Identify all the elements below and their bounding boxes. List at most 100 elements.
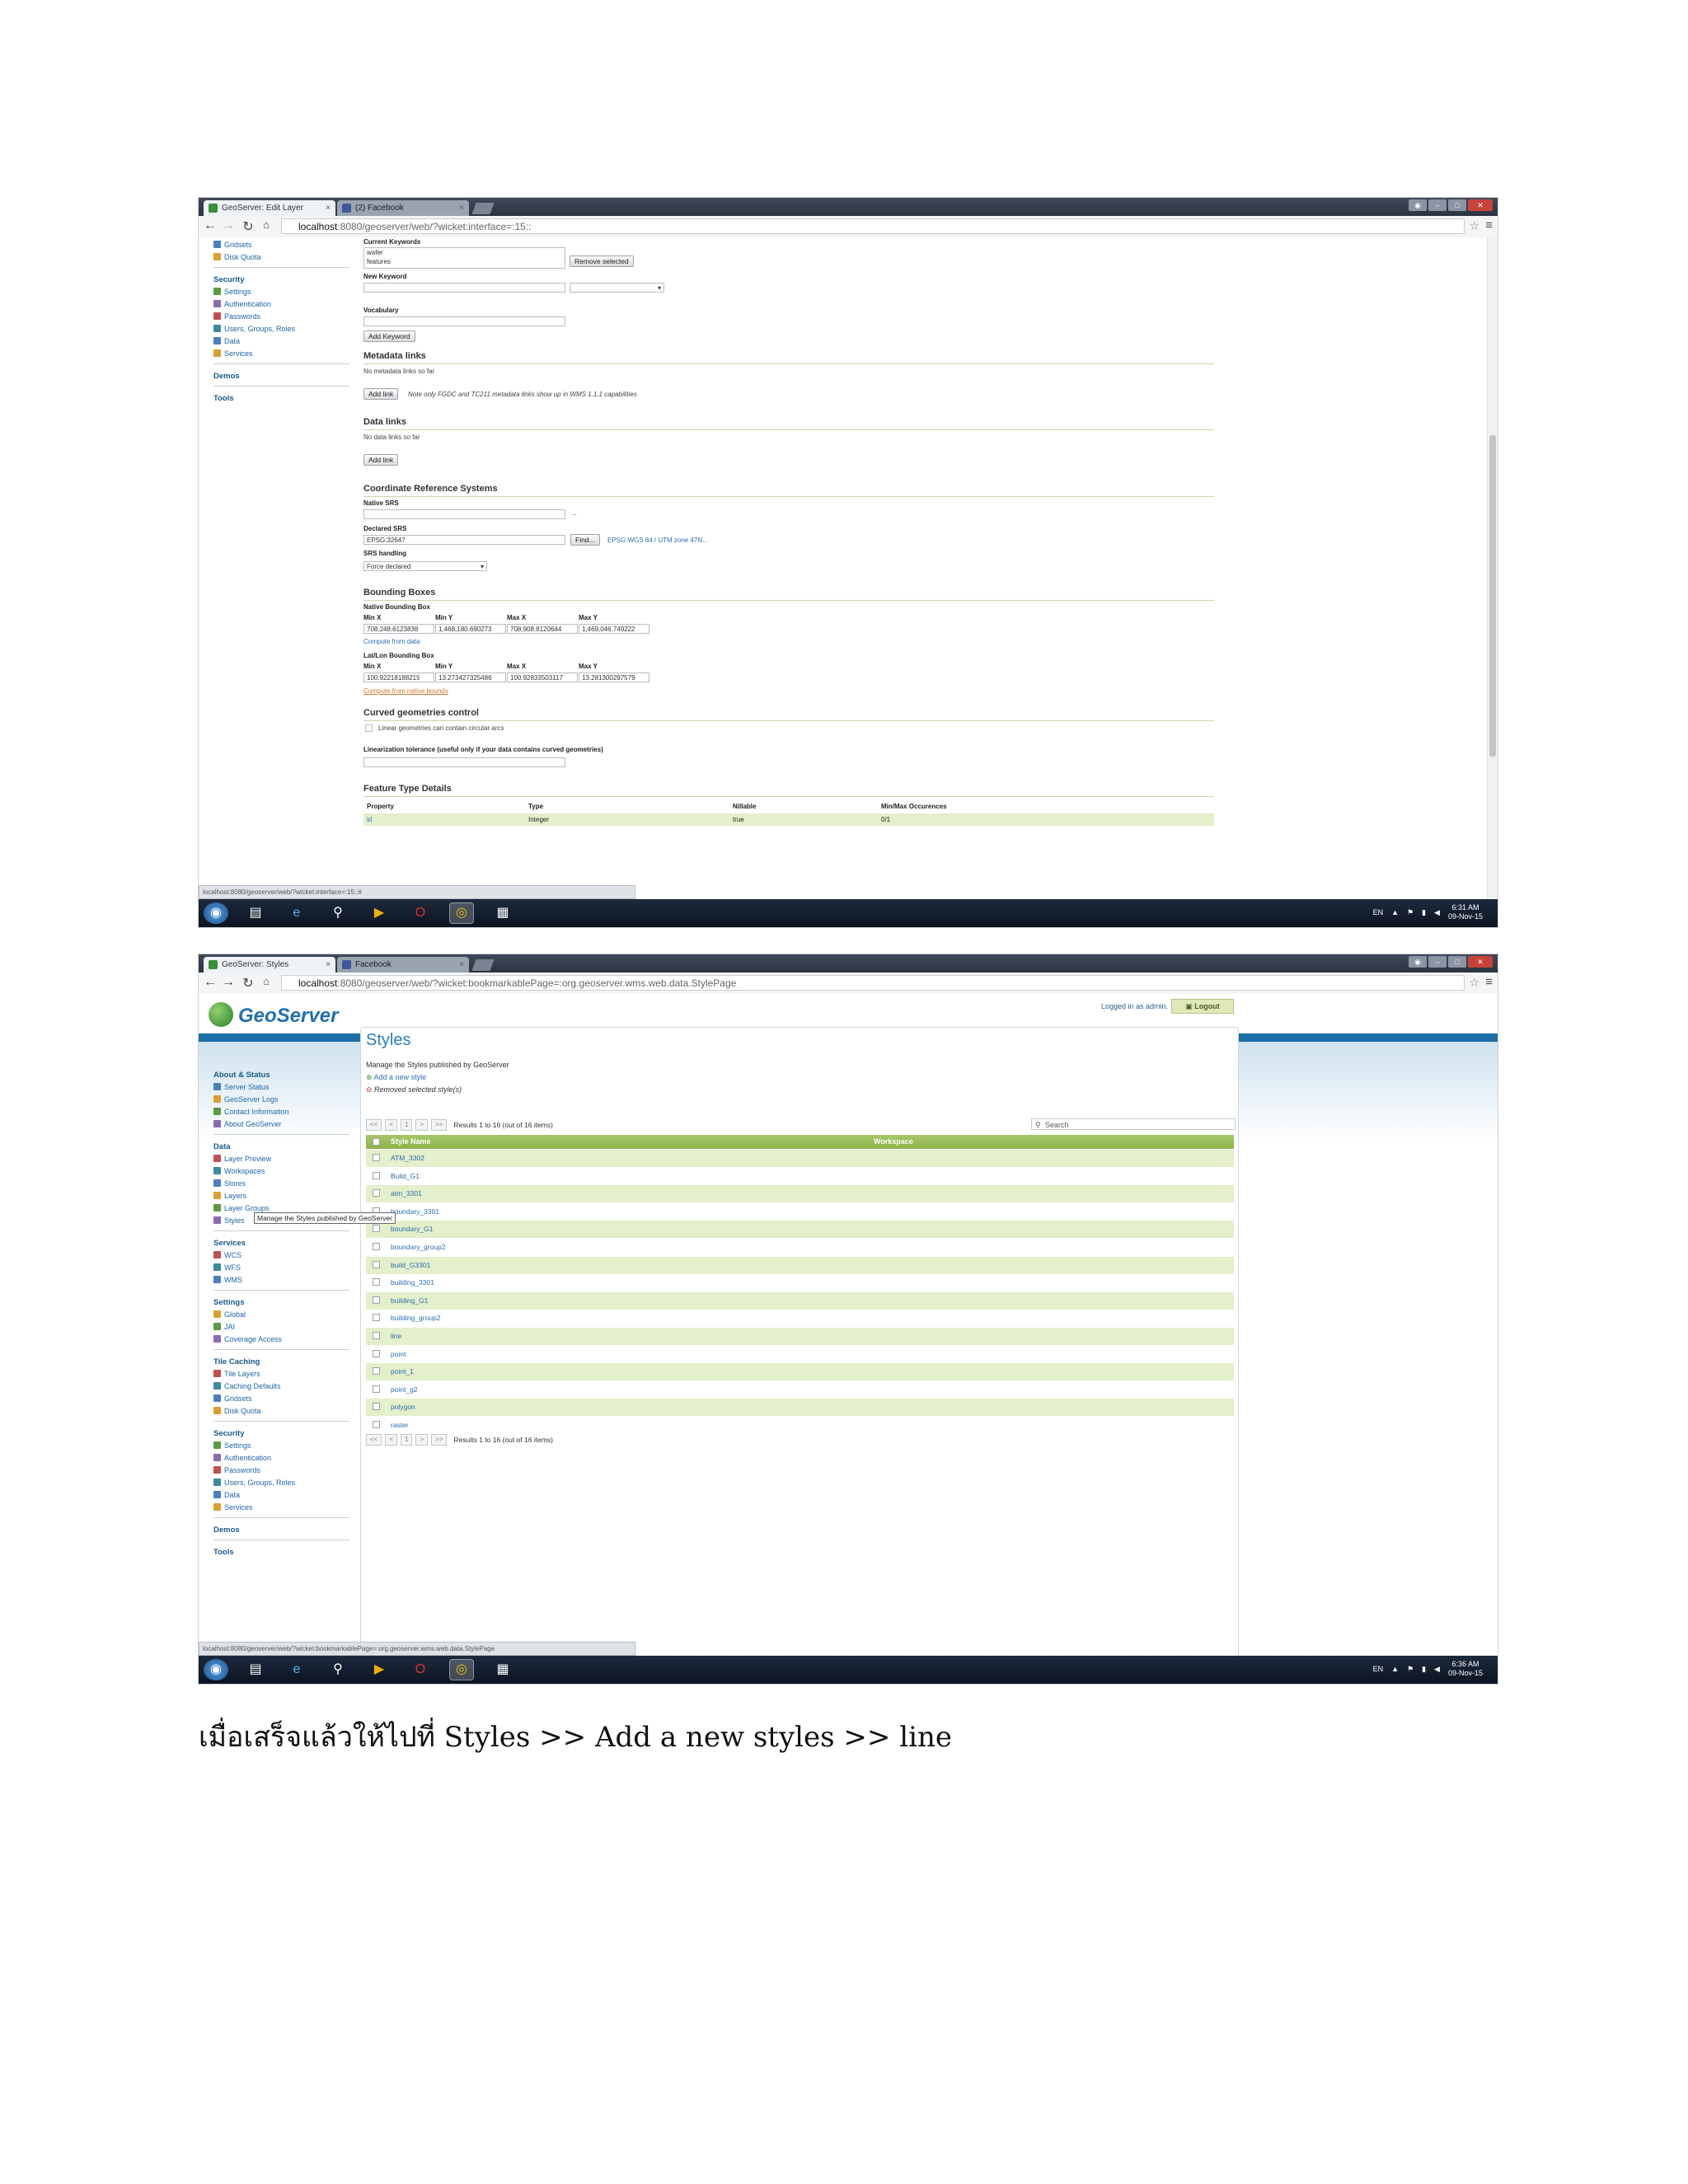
sidebar-item[interactable]: Layers (213, 1190, 349, 1202)
user-icon[interactable]: ◉ (1409, 199, 1427, 211)
declared-srs-link[interactable]: EPSG:WGS 84 / UTM zone 47N... (607, 537, 708, 544)
home-icon[interactable]: ⌂ (258, 218, 274, 231)
sidebar-item[interactable]: Gridsets (213, 239, 349, 251)
col-style-name[interactable]: Style Name (391, 1135, 431, 1149)
start-button-icon[interactable]: ◉ (204, 1659, 228, 1680)
close-icon[interactable]: × (326, 957, 331, 972)
sidebar-item[interactable]: Settings (213, 286, 349, 298)
current-keywords-list[interactable]: wafer features (363, 247, 565, 269)
row-checkbox[interactable] (373, 1278, 380, 1286)
sidebar-item[interactable]: Passwords (213, 311, 349, 323)
style-name-link[interactable]: point_1 (391, 1363, 414, 1380)
style-name-link[interactable]: building_3301 (391, 1274, 434, 1291)
url-field[interactable]: localhost:8080/geoserver/web/?wicket:int… (281, 218, 1465, 234)
pager-button[interactable]: > (415, 1119, 429, 1131)
style-name-link[interactable]: boundary_G1 (391, 1221, 434, 1238)
bookmark-star-icon[interactable]: ☆ (1469, 976, 1479, 990)
compute-from-data-link[interactable]: Compute from data (363, 638, 420, 645)
native-maxx-input[interactable]: 708,908.8120644 (507, 624, 578, 634)
document-app-icon[interactable]: ▦ (490, 902, 515, 924)
style-name-link[interactable]: boundary_group2 (391, 1239, 446, 1256)
sidebar-item[interactable]: Services (213, 1502, 349, 1514)
language-indicator[interactable]: EN (1373, 908, 1384, 916)
native-maxy-input[interactable]: 1,469,046.749222 (579, 624, 649, 634)
select-all-checkbox[interactable] (373, 1138, 380, 1146)
style-name-link[interactable]: building_G1 (391, 1292, 428, 1310)
pager-button[interactable]: >> (431, 1119, 448, 1131)
sidebar-item[interactable]: Disk Quota (213, 251, 349, 264)
clock[interactable]: 6:36 AM 09-Nov-15 (1448, 1660, 1483, 1678)
srs-handling-select[interactable]: Force declared ▾ (363, 561, 487, 571)
pager-button[interactable]: < (385, 1119, 398, 1131)
style-name-link[interactable]: atm_3301 (391, 1185, 422, 1202)
sidebar-item[interactable]: Authentication (213, 298, 349, 311)
row-checkbox[interactable] (373, 1314, 380, 1322)
sidebar-item[interactable]: Stores (213, 1178, 349, 1190)
pager-button[interactable]: < (385, 1434, 398, 1446)
row-checkbox[interactable] (373, 1154, 380, 1161)
sidebar-item[interactable]: Authentication (213, 1452, 349, 1465)
opera-icon[interactable]: O (408, 902, 433, 924)
pager-button[interactable]: > (415, 1434, 429, 1446)
pager-button[interactable]: << (366, 1119, 382, 1131)
sidebar-item[interactable]: Global (213, 1309, 349, 1321)
vocabulary-input[interactable] (363, 316, 565, 326)
style-name-link[interactable]: point_g2 (391, 1381, 418, 1399)
close-icon[interactable]: × (326, 200, 331, 216)
sidebar-item[interactable]: Caching Defaults (213, 1380, 349, 1393)
add-metadata-link-button[interactable]: Add link (363, 388, 399, 400)
latlon-maxx-input[interactable]: 100.92833503117 (507, 673, 578, 682)
sidebar-item[interactable]: About GeoServer (213, 1118, 349, 1131)
pager-button[interactable]: 1 (401, 1434, 413, 1446)
latlon-maxy-input[interactable]: 13.281300297579 (579, 673, 649, 682)
language-indicator[interactable]: EN (1373, 1665, 1384, 1673)
native-minx-input[interactable]: 708,248.6123838 (363, 624, 434, 634)
style-name-link[interactable]: point (391, 1346, 406, 1363)
network-icon[interactable]: ▮ (1422, 908, 1426, 917)
media-player-icon[interactable]: ▶ (367, 902, 392, 924)
sidebar-item[interactable]: Coverage Access (213, 1333, 349, 1346)
home-icon[interactable]: ⌂ (258, 975, 274, 987)
sidebar-item[interactable]: Settings (213, 1440, 349, 1452)
latlon-minx-input[interactable]: 100.92218188215 (363, 673, 434, 682)
tray-arrow-icon[interactable]: ▲ (1391, 908, 1399, 916)
reload-icon[interactable]: ↻ (240, 218, 256, 235)
row-checkbox[interactable] (373, 1171, 380, 1179)
style-name-link[interactable]: raster (391, 1417, 409, 1434)
sidebar-item[interactable]: Users, Groups, Roles (213, 1477, 349, 1489)
new-tab-button[interactable] (471, 959, 495, 971)
keyword-item[interactable]: features (367, 257, 565, 266)
back-icon[interactable]: ← (202, 975, 218, 990)
close-icon[interactable]: × (459, 957, 464, 972)
close-icon[interactable]: × (459, 200, 464, 216)
internet-explorer-icon[interactable]: e (284, 902, 309, 924)
internet-explorer-icon[interactable]: e (284, 1659, 309, 1680)
row-checkbox[interactable] (373, 1367, 380, 1376)
folder-icon[interactable]: ▤ (243, 902, 268, 924)
flag-icon[interactable]: ⚑ (1407, 1665, 1414, 1674)
sidebar-item[interactable]: Disk Quota (213, 1405, 349, 1418)
minimize-icon[interactable]: – (1428, 199, 1447, 211)
style-name-link[interactable]: polygon (391, 1399, 415, 1416)
style-name-link[interactable]: build_G3301 (391, 1257, 430, 1274)
language-select[interactable]: ▾ (570, 283, 664, 293)
row-checkbox[interactable] (373, 1385, 380, 1393)
forward-icon[interactable]: → (220, 218, 237, 233)
scrollbar-thumb[interactable] (1489, 435, 1496, 757)
network-icon[interactable]: ▮ (1422, 1665, 1426, 1674)
new-keyword-input[interactable] (363, 283, 565, 293)
style-name-link[interactable]: line (391, 1328, 401, 1345)
native-miny-input[interactable]: 1,468,180.690273 (435, 624, 506, 634)
row-checkbox[interactable] (373, 1332, 380, 1339)
row-checkbox[interactable] (373, 1189, 380, 1197)
sidebar-item[interactable]: WFS (213, 1262, 349, 1274)
opera-icon[interactable]: O (408, 1659, 433, 1680)
maximize-icon[interactable]: □ (1448, 956, 1466, 968)
native-srs-extra[interactable]: ... (571, 509, 577, 517)
bookmark-star-icon[interactable]: ☆ (1469, 219, 1479, 233)
add-keyword-button[interactable]: Add Keyword (363, 330, 415, 342)
maximize-icon[interactable]: □ (1448, 199, 1466, 211)
row-checkbox[interactable] (373, 1225, 380, 1233)
compute-from-native-link[interactable]: Compute from native bounds (363, 687, 448, 695)
row-checkbox[interactable] (373, 1421, 380, 1428)
